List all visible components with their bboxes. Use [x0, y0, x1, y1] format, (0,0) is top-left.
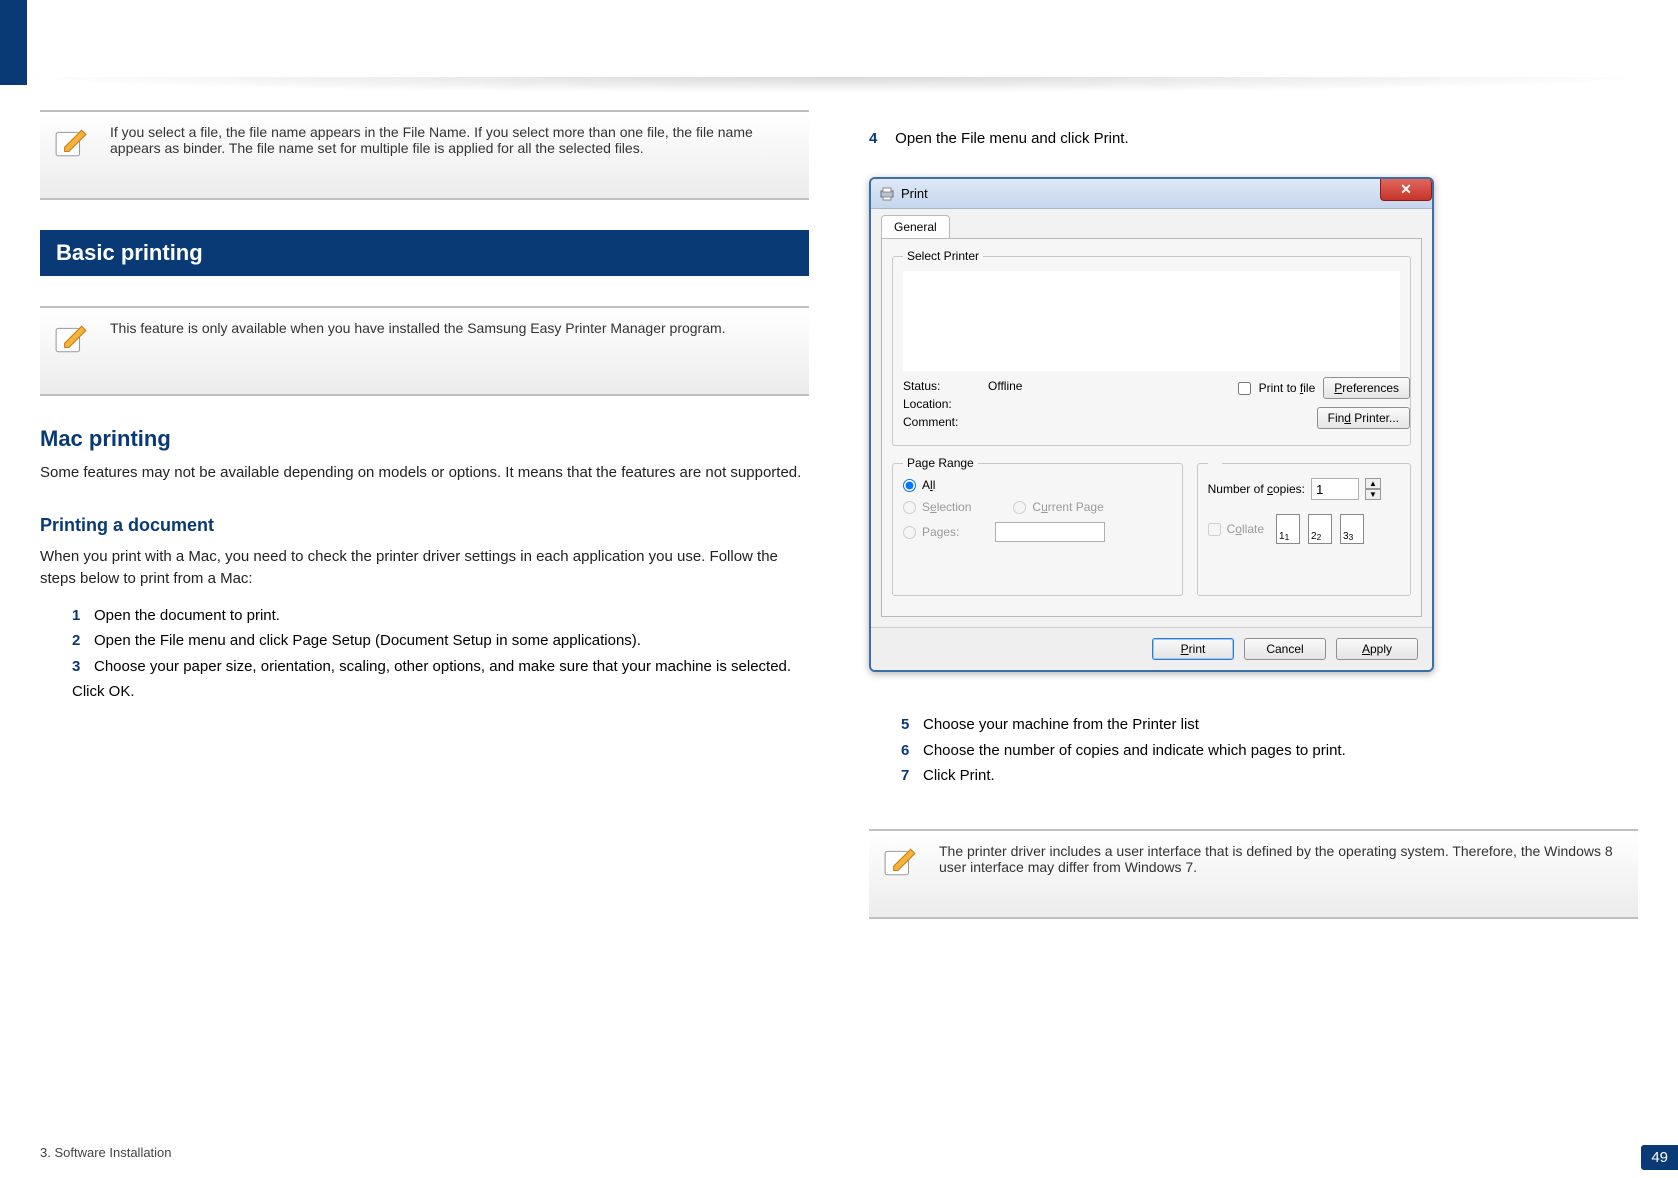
collate-checkbox — [1208, 523, 1221, 536]
collate-page-3: 33 — [1340, 514, 1364, 544]
mac-step-3: 3Choose your paper size, orientation, sc… — [72, 654, 809, 705]
mac-steps-list: 1Open the document to print. 2Open the F… — [72, 603, 809, 705]
radio-all[interactable] — [903, 479, 916, 492]
radio-selection-label: Selection — [922, 500, 971, 514]
close-icon: ✕ — [1400, 181, 1412, 198]
right-column: 4 Open the File menu and click Print. Pr… — [869, 110, 1638, 1128]
pages-input — [995, 522, 1105, 542]
note-3-text: The printer driver includes a user inter… — [939, 843, 1613, 875]
radio-row-all: All — [903, 478, 1172, 492]
note-1-text: If you select a file, the file name appe… — [110, 124, 753, 156]
find-printer-button[interactable]: Find Printer... — [1317, 407, 1410, 429]
radio-row-selection: Selection Current Page — [903, 500, 1172, 514]
copies-input[interactable] — [1311, 478, 1359, 500]
mac-sub-heading: Printing a document — [40, 515, 809, 536]
header-accent — [0, 0, 27, 85]
header-shadow — [0, 77, 1678, 93]
collate-page-2: 22 — [1308, 514, 1332, 544]
mac-body: Some features may not be available depen… — [40, 462, 809, 485]
radio-pages-label: Pages: — [922, 525, 959, 539]
apply-button[interactable]: Apply — [1336, 638, 1418, 660]
note-box-3: The printer driver includes a user inter… — [869, 829, 1638, 919]
right-lead-text: 4 Open the File menu and click Print. — [869, 130, 1638, 147]
page-number: 49 — [1651, 1149, 1668, 1166]
copies-spinner[interactable]: ▲ ▼ — [1365, 478, 1381, 500]
printer-list-area[interactable] — [903, 271, 1400, 371]
section-title: Basic printing — [56, 240, 203, 265]
section-bar-basic-printing: Basic printing — [40, 230, 809, 276]
status-label: Status: — [903, 379, 988, 393]
print-to-file-label: Print to file — [1259, 381, 1316, 395]
page-range-fieldset: Page Range All Selection Current Page — [892, 456, 1183, 596]
dialog-footer: Print Cancel Apply — [871, 627, 1432, 670]
right-controls-column: Print to file Preferences Find Printer..… — [1238, 377, 1410, 429]
note-box-2: This feature is only available when you … — [40, 306, 809, 396]
select-printer-legend: Select Printer — [903, 249, 983, 263]
radio-all-label: All — [922, 478, 935, 492]
print-dialog: Print ✕ General Select Printer Status: O… — [869, 177, 1434, 672]
radio-pages — [903, 526, 916, 539]
status-value: Offline — [988, 379, 1022, 393]
mac-heading: Mac printing — [40, 426, 809, 452]
right-step-6: 6Choose the number of copies and indicat… — [901, 738, 1638, 764]
page-number-badge: 49 — [1641, 1145, 1678, 1170]
note-pencil-icon — [54, 126, 88, 160]
note-pencil-icon — [883, 845, 917, 879]
close-button[interactable]: ✕ — [1380, 177, 1432, 201]
note-box-1: If you select a file, the file name appe… — [40, 110, 809, 200]
mac-step-1: 1Open the document to print. — [72, 603, 809, 629]
footer-text: 3. Software Installation — [40, 1145, 172, 1160]
print-to-file-checkbox[interactable] — [1238, 382, 1251, 395]
mac-sub-body: When you print with a Mac, you need to c… — [40, 546, 809, 591]
collate-label: Collate — [1227, 522, 1264, 536]
preferences-button[interactable]: Preferences — [1323, 377, 1410, 399]
right-after-steps: 5Choose your machine from the Printer li… — [901, 712, 1638, 789]
copies-fieldset: c Number of copies: ▲ ▼ Collate — [1197, 456, 1411, 596]
note-2-text: This feature is only available when you … — [110, 320, 726, 336]
radio-selection — [903, 501, 916, 514]
left-column: If you select a file, the file name appe… — [40, 110, 809, 1128]
radio-row-pages: Pages: — [903, 522, 1172, 542]
print-button[interactable]: Print — [1152, 638, 1234, 660]
copies-label: Number of copies: — [1208, 482, 1305, 496]
printer-icon — [879, 186, 895, 202]
dialog-body: Select Printer Status: Offline Location:… — [881, 238, 1422, 617]
comment-label: Comment: — [903, 415, 988, 429]
right-step-5: 5Choose your machine from the Printer li… — [901, 712, 1638, 738]
radio-current-label: Current Page — [1032, 500, 1103, 514]
dialog-titlebar: Print ✕ — [871, 179, 1432, 209]
spin-down-button[interactable]: ▼ — [1365, 489, 1381, 500]
collate-page-1: 11 — [1276, 514, 1300, 544]
page-range-legend: Page Range — [903, 456, 978, 470]
tab-general[interactable]: General — [881, 215, 950, 238]
radio-current-page — [1013, 501, 1026, 514]
note-pencil-icon — [54, 322, 88, 356]
dialog-title: Print — [901, 186, 928, 201]
right-step-7: 7Click Print. — [901, 763, 1638, 789]
cancel-button[interactable]: Cancel — [1244, 638, 1326, 660]
footer-doc-title: 3. Software Installation — [40, 1145, 172, 1160]
collate-icons: 11 22 33 — [1276, 514, 1364, 544]
spin-up-button[interactable]: ▲ — [1365, 478, 1381, 489]
page-header — [0, 0, 1678, 85]
tab-strip: General — [871, 209, 1432, 238]
mac-step-2: 2Open the File menu and click Page Setup… — [72, 628, 809, 654]
location-label: Location: — [903, 397, 988, 411]
